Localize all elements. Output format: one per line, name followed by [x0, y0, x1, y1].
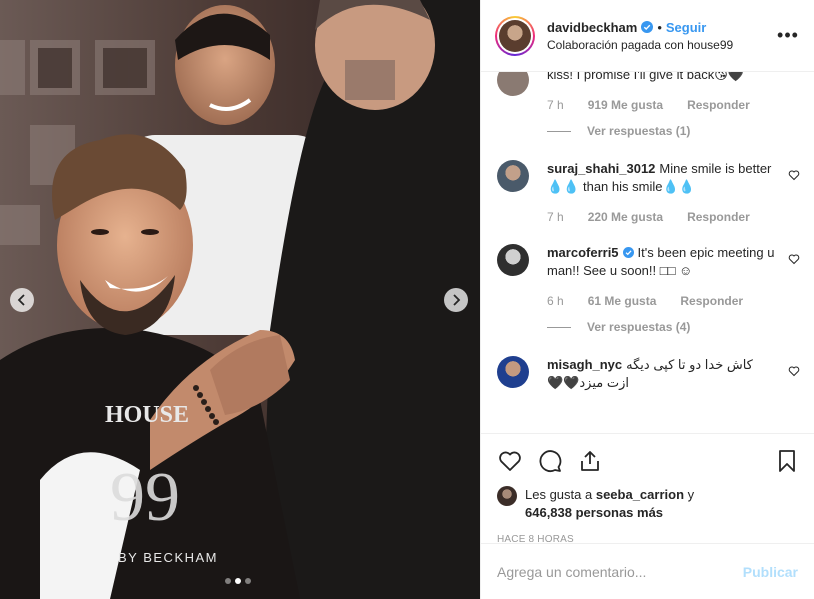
- comment-item: suraj_shahi_3012 Mine smile is better💧💧 t…: [497, 160, 800, 224]
- comment-item: marcoferri5 It's been epic meeting u man!…: [497, 244, 800, 334]
- liker-username[interactable]: seeba_carrion: [596, 487, 684, 502]
- like-comment-heart-icon[interactable]: [788, 169, 800, 181]
- view-replies-button[interactable]: Ver respuestas (4): [547, 320, 778, 334]
- author-username[interactable]: davidbeckham: [547, 20, 637, 35]
- verified-badge-icon: [641, 21, 654, 33]
- carousel-dot: [225, 578, 231, 584]
- commenter-avatar[interactable]: [497, 160, 529, 192]
- barbershop-photo: HOUSE 99 BY BECKHAM: [0, 0, 480, 599]
- bookmark-icon: [779, 450, 795, 472]
- comments-list[interactable]: kiss! I promise I'll give it back😘🖤 7 h …: [481, 72, 814, 433]
- view-replies-label: Ver respuestas (4): [587, 320, 691, 334]
- share-upload-icon: [581, 451, 599, 471]
- apron-logo-text: HOUSE: [105, 402, 189, 428]
- commenter-username[interactable]: suraj_shahi_3012: [547, 161, 655, 176]
- comment-time[interactable]: 7 h: [547, 210, 564, 224]
- chevron-left-icon: [17, 294, 25, 306]
- comment-likes[interactable]: 919 Me gusta: [588, 98, 663, 112]
- likes-prefix: Les gusta a: [525, 487, 593, 502]
- apron-logo-number: 99: [110, 459, 180, 536]
- save-button[interactable]: [774, 448, 800, 474]
- more-options-button[interactable]: •••: [776, 24, 800, 48]
- comment-bubble-icon: [539, 450, 562, 473]
- comment-text: kiss! I promise I'll give it back😘🖤: [547, 72, 744, 82]
- commenter-avatar[interactable]: [497, 356, 529, 388]
- paid-partnership-label: Colaboración pagada con house99: [547, 38, 776, 52]
- reply-button[interactable]: Responder: [687, 98, 750, 112]
- publish-button[interactable]: Publicar: [743, 564, 798, 580]
- share-button[interactable]: [577, 448, 603, 474]
- carousel-dot: [245, 578, 251, 584]
- like-comment-heart-icon[interactable]: [788, 253, 800, 265]
- heart-icon: [499, 451, 521, 471]
- post-sidebar: davidbeckham • Seguir Colaboración pagad…: [480, 0, 814, 599]
- apron-logo-brand: BY BECKHAM: [118, 550, 218, 565]
- likes-count[interactable]: 646,838 personas más: [525, 505, 663, 520]
- instagram-post-modal: HOUSE 99 BY BECKHAM davidbeckham • Segui…: [0, 0, 814, 599]
- replies-divider: [547, 326, 571, 328]
- view-replies-button[interactable]: Ver respuestas (1): [547, 124, 778, 138]
- verified-badge-icon: [622, 247, 634, 258]
- comment-likes[interactable]: 220 Me gusta: [588, 210, 663, 224]
- author-avatar[interactable]: [495, 15, 535, 56]
- comment-time[interactable]: 7 h: [547, 98, 564, 112]
- likes-text: Les gusta a seeba_carrion y 646,838 pers…: [525, 486, 694, 522]
- liker-avatar[interactable]: [497, 486, 517, 506]
- comment-time[interactable]: 6 h: [547, 294, 564, 308]
- carousel-indicator: [225, 578, 251, 584]
- comment-text: misagh_nyc کاش خدا دو تا کپی دیگه ازت میز…: [547, 356, 778, 392]
- action-icons-row: [497, 440, 800, 482]
- header-separator: •: [657, 19, 662, 35]
- previous-photo-button[interactable]: [10, 288, 34, 312]
- partner-link[interactable]: house99: [687, 38, 733, 52]
- comment-meta: 7 h 220 Me gusta Responder: [547, 210, 778, 224]
- like-button[interactable]: [497, 448, 523, 474]
- paid-partnership-prefix: Colaboración pagada con: [547, 37, 684, 52]
- commenter-username[interactable]: marcoferri5: [547, 245, 619, 260]
- commenter-avatar[interactable]: [497, 72, 529, 96]
- reply-button[interactable]: Responder: [687, 210, 750, 224]
- follow-button[interactable]: Seguir: [666, 20, 706, 35]
- like-comment-heart-icon[interactable]: [788, 365, 800, 377]
- commenter-username[interactable]: misagh_nyc: [547, 357, 622, 372]
- replies-divider: [547, 130, 571, 132]
- carousel-dot-active: [235, 578, 241, 584]
- comment-text: suraj_shahi_3012 Mine smile is better💧💧 t…: [547, 160, 778, 196]
- next-photo-button[interactable]: [444, 288, 468, 312]
- reply-button[interactable]: Responder: [680, 294, 743, 308]
- comment-text: marcoferri5 It's been epic meeting u man!…: [547, 244, 778, 280]
- author-avatar-image: [499, 19, 531, 52]
- comment-likes[interactable]: 61 Me gusta: [588, 294, 657, 308]
- comment-input[interactable]: [497, 563, 743, 580]
- comment-meta: 7 h 919 Me gusta Responder: [547, 98, 778, 112]
- comment-item: misagh_nyc کاش خدا دو تا کپی دیگه ازت میز…: [497, 356, 800, 392]
- chevron-right-icon: [453, 294, 461, 306]
- comment-meta: 6 h 61 Me gusta Responder: [547, 294, 778, 308]
- post-photo[interactable]: HOUSE 99 BY BECKHAM: [0, 0, 480, 599]
- likes-summary: Les gusta a seeba_carrion y 646,838 pers…: [497, 486, 800, 522]
- view-replies-label: Ver respuestas (1): [587, 124, 691, 138]
- commenter-avatar[interactable]: [497, 244, 529, 276]
- add-comment-bar: Publicar: [481, 543, 814, 599]
- comment-item: kiss! I promise I'll give it back😘🖤 7 h …: [497, 72, 800, 138]
- comment-button[interactable]: [537, 448, 563, 474]
- likes-conj: y: [687, 487, 695, 502]
- post-header: davidbeckham • Seguir Colaboración pagad…: [481, 0, 814, 72]
